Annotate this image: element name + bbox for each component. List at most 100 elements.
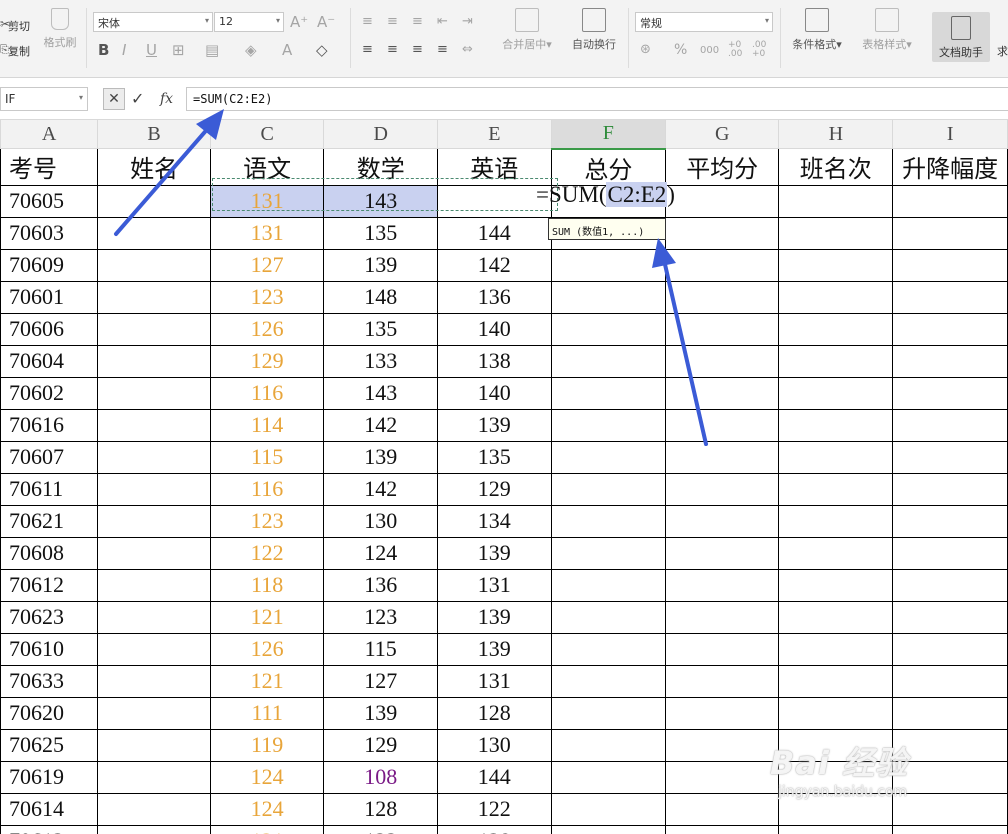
name-cell[interactable] [97, 312, 211, 346]
increase-font-icon[interactable]: A⁺ [290, 14, 308, 30]
check-icon[interactable]: ✓ [131, 88, 144, 110]
english-score-cell[interactable]: 134 [437, 504, 552, 538]
id-cell[interactable]: 70616 [0, 408, 99, 442]
change-cell[interactable] [892, 760, 1008, 794]
header-cell[interactable]: 平均分 [665, 148, 780, 186]
english-score-cell[interactable] [437, 184, 552, 218]
sum-button[interactable]: 求 [997, 43, 1008, 59]
borders-icon[interactable]: ⊞ [172, 42, 185, 58]
align-middle-icon[interactable]: ≡ [387, 14, 398, 30]
average-cell[interactable] [665, 216, 780, 250]
change-cell[interactable] [892, 248, 1008, 282]
name-cell[interactable] [97, 440, 211, 474]
average-cell[interactable] [665, 440, 780, 474]
rank-cell[interactable] [778, 408, 894, 442]
change-cell[interactable] [892, 792, 1008, 826]
total-cell[interactable] [550, 632, 667, 666]
name-cell[interactable] [97, 728, 211, 762]
chinese-score-cell[interactable]: 119 [209, 728, 325, 762]
english-score-cell[interactable]: 139 [437, 536, 552, 570]
font-name-select[interactable]: 宋体 ▾ [93, 12, 213, 32]
rank-cell[interactable] [778, 248, 894, 282]
math-score-cell[interactable]: 136 [323, 568, 439, 602]
column-header-d[interactable]: D [323, 119, 439, 149]
justify-icon[interactable]: ≡ [437, 42, 448, 58]
total-cell[interactable] [550, 600, 667, 634]
change-cell[interactable] [892, 440, 1008, 474]
total-cell[interactable] [550, 824, 667, 834]
rank-cell[interactable] [778, 600, 894, 634]
id-cell[interactable]: 70620 [0, 696, 99, 730]
id-cell[interactable]: 70605 [0, 184, 99, 218]
math-score-cell[interactable]: 123 [323, 600, 439, 634]
total-cell[interactable] [550, 248, 667, 282]
chinese-score-cell[interactable]: 118 [209, 568, 325, 602]
total-cell[interactable] [550, 408, 667, 442]
math-score-cell[interactable]: 139 [323, 440, 439, 474]
insert-function-icon[interactable]: fx [160, 88, 173, 110]
english-score-cell[interactable]: 131 [437, 568, 552, 602]
id-cell[interactable]: 70614 [0, 792, 99, 826]
name-cell[interactable] [97, 472, 211, 506]
rank-cell[interactable] [778, 568, 894, 602]
english-score-cell[interactable]: 140 [437, 312, 552, 346]
english-score-cell[interactable]: 130 [437, 728, 552, 762]
name-cell[interactable] [97, 536, 211, 570]
rank-cell[interactable] [778, 632, 894, 666]
name-cell[interactable] [97, 216, 211, 250]
english-score-cell[interactable]: 140 [437, 376, 552, 410]
header-cell[interactable]: 班名次 [778, 148, 894, 186]
id-cell[interactable]: 70619 [0, 760, 99, 794]
column-header-e[interactable]: E [437, 119, 552, 149]
header-cell[interactable]: 考号 [0, 148, 99, 186]
id-cell[interactable]: 70601 [0, 280, 99, 314]
english-score-cell[interactable]: 139 [437, 600, 552, 634]
change-cell[interactable] [892, 408, 1008, 442]
thousands-separator-icon[interactable]: 000 [700, 43, 719, 59]
total-cell[interactable] [550, 504, 667, 538]
average-cell[interactable] [665, 280, 780, 314]
english-score-cell[interactable]: 142 [437, 248, 552, 282]
font-color-icon[interactable]: A [282, 42, 292, 58]
currency-icon[interactable]: ⊛ [640, 42, 651, 58]
name-cell[interactable] [97, 632, 211, 666]
total-cell[interactable] [550, 344, 667, 378]
column-header-a[interactable]: A [0, 119, 99, 149]
change-cell[interactable] [892, 312, 1008, 346]
english-score-cell[interactable]: 128 [437, 696, 552, 730]
id-cell[interactable]: 70610 [0, 632, 99, 666]
average-cell[interactable] [665, 728, 780, 762]
change-cell[interactable] [892, 632, 1008, 666]
average-cell[interactable] [665, 632, 780, 666]
chinese-score-cell[interactable]: 121 [209, 664, 325, 698]
math-score-cell[interactable]: 143 [323, 184, 439, 218]
rank-cell[interactable] [778, 504, 894, 538]
cut-button[interactable]: 剪切 [8, 18, 30, 34]
header-cell[interactable]: 姓名 [97, 148, 211, 186]
id-cell[interactable]: 70612 [0, 568, 99, 602]
average-cell[interactable] [665, 600, 780, 634]
name-cell[interactable] [97, 248, 211, 282]
change-cell[interactable] [892, 664, 1008, 698]
name-cell[interactable] [97, 792, 211, 826]
english-score-cell[interactable]: 138 [437, 344, 552, 378]
merge-center-button[interactable]: 合并居中▾ [496, 8, 558, 52]
font-size-select[interactable]: 12 ▾ [214, 12, 284, 32]
math-score-cell[interactable]: 139 [323, 696, 439, 730]
italic-icon[interactable]: I [122, 42, 126, 58]
header-cell[interactable]: 数学 [323, 148, 439, 186]
id-cell[interactable]: 70613 [0, 824, 99, 834]
rank-cell[interactable] [778, 312, 894, 346]
chinese-score-cell[interactable]: 129 [209, 344, 325, 378]
id-cell[interactable]: 70608 [0, 536, 99, 570]
math-score-cell[interactable]: 135 [323, 312, 439, 346]
chinese-score-cell[interactable]: 115 [209, 440, 325, 474]
average-cell[interactable] [665, 344, 780, 378]
decrease-decimal-icon[interactable]: .00 +0 [752, 41, 766, 59]
math-score-cell[interactable]: 115 [323, 632, 439, 666]
total-cell[interactable] [550, 568, 667, 602]
decrease-font-icon[interactable]: A⁻ [317, 14, 335, 30]
distribute-icon[interactable]: ⇔ [462, 42, 473, 58]
column-header-h[interactable]: H [778, 119, 894, 149]
id-cell[interactable]: 70603 [0, 216, 99, 250]
